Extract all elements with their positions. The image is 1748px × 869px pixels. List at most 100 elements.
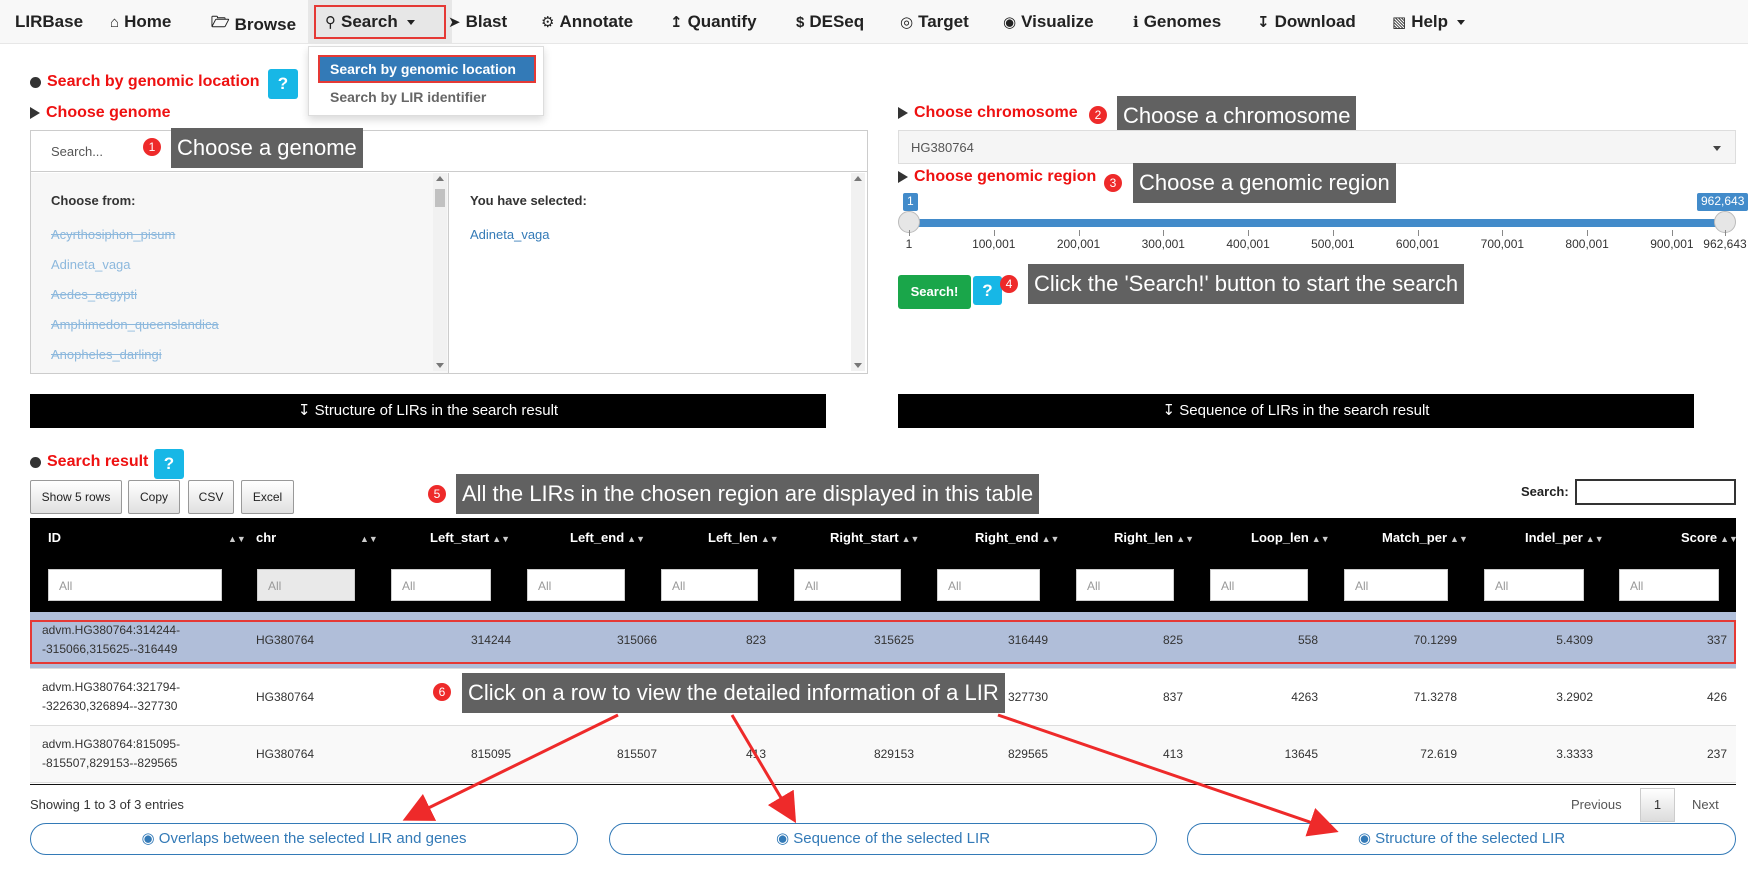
genome-option[interactable]: Adineta_vaga [51, 257, 131, 272]
filter-input-chr[interactable]: All [257, 569, 355, 601]
copy-button[interactable]: Copy [128, 480, 180, 514]
pagination-current[interactable]: 1 [1640, 788, 1675, 822]
highlight-box-search [314, 5, 446, 39]
filter-input-left-len[interactable]: All [661, 569, 758, 601]
help-button-page[interactable]: ? [268, 69, 298, 99]
pagination-next[interactable]: Next [1692, 797, 1719, 812]
download-structure-button[interactable]: ↧ Structure of LIRs in the search result [30, 394, 826, 428]
nav-download[interactable]: ↧ Download [1257, 12, 1356, 32]
table-cell: 3.3333 [1556, 747, 1593, 761]
table-cell: 3.2902 [1556, 690, 1593, 704]
folder-open-icon: 🗁 [211, 14, 230, 31]
genome-option[interactable]: Aedes_aegypti [51, 287, 137, 302]
choose-from-label: Choose from: [51, 193, 136, 208]
col-header-score[interactable]: Score ▲▼ [1681, 530, 1738, 545]
selected-scrollbar[interactable] [851, 173, 865, 371]
page-title: Search by genomic location [30, 73, 260, 91]
filter-input-left-start[interactable]: All [391, 569, 491, 601]
show-rows-button[interactable]: Show 5 rows [30, 480, 122, 514]
callout-click-row: Click on a row to view the detailed info… [462, 673, 1005, 713]
filter-input-right-len[interactable]: All [1076, 569, 1174, 601]
nav-target[interactable]: ◎ Target [900, 12, 969, 32]
nav-browse[interactable]: 🗁 Browse [211, 12, 296, 37]
filter-input-id[interactable]: All [48, 569, 222, 601]
nav-visualize[interactable]: ◉ Visualize [1003, 12, 1094, 32]
genome-option[interactable]: Amphimedon_queenslandica [51, 317, 219, 332]
col-header-right-end[interactable]: Right_end ▲▼ [975, 530, 1059, 545]
col-header-chr[interactable]: chr [256, 530, 276, 545]
pagination-previous[interactable]: Previous [1571, 797, 1622, 812]
slider-max-badge: 962,643 [1697, 193, 1748, 211]
slider-tick-label: 100,001 [972, 237, 1016, 251]
slider-tick-label: 200,001 [1056, 237, 1101, 251]
excel-button[interactable]: Excel [241, 480, 294, 514]
genome-option[interactable]: Acyrthosiphon_pisum [51, 227, 175, 242]
region-slider-track[interactable] [909, 219, 1725, 227]
genome-option[interactable]: Anopheles_darlingi [51, 347, 162, 362]
filter-input-left-end[interactable]: All [527, 569, 625, 601]
eye-icon: ◉ [141, 830, 159, 847]
navbar: LIRBase ⌂ Home 🗁 Browse ⚲ Search ➤ Blast ⚙ An… [0, 0, 1748, 44]
sort-icon[interactable]: ▲▼ [225, 530, 246, 545]
triangle-right-icon [898, 107, 908, 119]
filter-input-right-end[interactable]: All [937, 569, 1040, 601]
sort-icon[interactable]: ▲▼ [357, 530, 378, 545]
structure-button[interactable]: ◉ Structure of the selected LIR [1187, 823, 1736, 855]
table-cell: 829153 [873, 747, 914, 761]
help-button-result[interactable]: ? [154, 449, 184, 479]
table-search-input[interactable] [1575, 479, 1736, 505]
nav-annotate[interactable]: ⚙ Annotate [541, 12, 633, 32]
selected-genome[interactable]: Adineta_vaga [470, 227, 550, 242]
eye-icon: ◉ [1357, 830, 1376, 847]
chromosome-select[interactable]: HG380764 [898, 130, 1736, 164]
slider-tick-label: 800,001 [1565, 237, 1609, 251]
filter-input-match-per[interactable]: All [1344, 569, 1448, 601]
book-icon: ▧ [1392, 14, 1407, 31]
col-header-right-start[interactable]: Right_start ▲▼ [830, 530, 919, 545]
csv-button[interactable]: CSV [188, 480, 234, 514]
genome-header: Choose genome [30, 104, 170, 122]
help-button-search[interactable]: ? [973, 276, 1002, 305]
table-bottom-border [30, 784, 1736, 785]
table-cell: 237 [1706, 747, 1727, 761]
nav-home[interactable]: ⌂ Home [110, 12, 171, 32]
options-scrollbar[interactable] [433, 173, 447, 371]
table-row[interactable]: advm.HG380764:815095--815507,829153--829… [30, 726, 1736, 783]
filter-input-loop-len[interactable]: All [1210, 569, 1308, 601]
table-cell: 815095 [470, 747, 511, 761]
nav-genomes[interactable]: ℹ Genomes [1133, 12, 1221, 32]
sequence-button[interactable]: ◉ Sequence of the selected LIR [609, 823, 1157, 855]
nav-quantify[interactable]: ↥ Quantify [670, 12, 757, 32]
slider-tick-label: 700,001 [1480, 237, 1525, 251]
slider-tick-label: 600,001 [1395, 237, 1440, 251]
step-number-6: 6 [433, 683, 451, 701]
chevron-down-icon [1713, 146, 1721, 151]
col-header-match-per[interactable]: Match_per ▲▼ [1382, 530, 1468, 545]
col-header-left-len[interactable]: Left_len ▲▼ [708, 530, 779, 545]
chromosome-header: Choose chromosome [898, 104, 1078, 122]
nav-help[interactable]: ▧ Help [1392, 12, 1466, 32]
download-sequence-button[interactable]: ↧ Sequence of LIRs in the search result [898, 394, 1694, 428]
download-icon: ↧ [1162, 402, 1180, 419]
scroll-thumb[interactable] [435, 189, 445, 207]
nav-blast[interactable]: ➤ Blast [448, 12, 507, 32]
brand-logo[interactable]: LIRBase [15, 12, 83, 32]
filter-input-score[interactable]: All [1619, 569, 1719, 601]
home-icon: ⌂ [110, 13, 120, 31]
col-header-loop-len[interactable]: Loop_len ▲▼ [1251, 530, 1330, 545]
col-header-left-end[interactable]: Left_end ▲▼ [570, 530, 645, 545]
search-button[interactable]: Search! [898, 275, 971, 309]
filter-input-indel-per[interactable]: All [1484, 569, 1584, 601]
menu-item-search-by-identifier[interactable]: Search by LIR identifier [330, 89, 486, 105]
col-header-id[interactable]: ID [48, 530, 61, 545]
triangle-right-icon [30, 107, 40, 119]
col-header-indel-per[interactable]: Indel_per ▲▼ [1525, 530, 1604, 545]
col-header-left-start[interactable]: Left_start ▲▼ [430, 530, 510, 545]
table-search-label: Search: [1521, 484, 1569, 499]
nav-deseq[interactable]: $ DESeq [796, 12, 864, 32]
col-header-right-len[interactable]: Right_len ▲▼ [1114, 530, 1194, 545]
filter-input-right-start[interactable]: All [794, 569, 901, 601]
filter-row: All All All All All All All All All All … [30, 558, 1736, 613]
overlaps-button[interactable]: ◉ Overlaps between the selected LIR and … [30, 823, 578, 855]
selected-label: You have selected: [470, 193, 587, 208]
